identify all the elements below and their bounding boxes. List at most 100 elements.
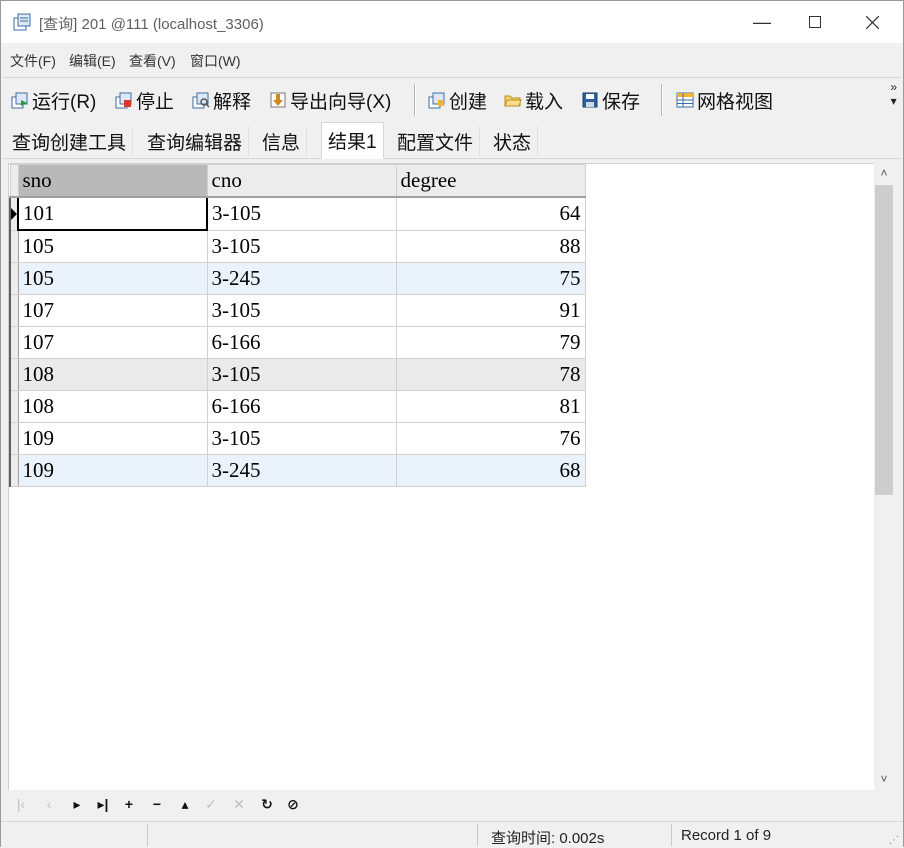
first-record-button[interactable]: |‹ (12, 795, 30, 813)
menu-view[interactable]: 查看(V) (129, 51, 176, 71)
minimize-button[interactable]: — (739, 1, 785, 43)
menu-bar: 文件(F) 编辑(E) 查看(V) 窗口(W) (1, 43, 903, 75)
column-header-degree[interactable]: degree (395, 164, 586, 198)
cell-cno[interactable]: 3-245 (206, 454, 397, 487)
cell-cno[interactable]: 6-166 (206, 390, 397, 423)
status-divider (147, 824, 148, 846)
row-indicator[interactable] (9, 326, 19, 359)
cell-cno[interactable]: 3-105 (206, 229, 397, 263)
folder-icon (504, 95, 522, 107)
prev-record-icon: ‹ (46, 796, 52, 812)
run-button[interactable]: 运行(R) (11, 88, 97, 113)
close-button[interactable] (849, 1, 895, 43)
cell-cno[interactable]: 6-166 (206, 326, 397, 359)
apply-changes-button[interactable]: ✓ (202, 795, 220, 813)
maximize-button[interactable] (792, 1, 838, 43)
query-window: [查询] 201 @111 (localhost_3306) — 文件(F) 编… (0, 0, 904, 848)
tab-result-1[interactable]: 结果1 (321, 122, 384, 159)
table-row[interactable]: 107 6-166 79 (9, 326, 586, 359)
scroll-down-button[interactable]: ˅ (874, 769, 894, 789)
table-row[interactable]: 109 3-245 68 (9, 454, 586, 487)
cell-cno[interactable]: 3-245 (206, 262, 397, 295)
resize-grip-icon[interactable]: ⋰ (889, 835, 899, 846)
cell-cno[interactable]: 3-105 (206, 422, 397, 455)
refresh-button[interactable]: ↻ (258, 795, 276, 813)
row-indicator[interactable] (9, 196, 19, 231)
table-row[interactable]: 101 3-105 64 (9, 196, 586, 231)
create-icon (428, 92, 445, 109)
cell-sno[interactable]: 108 (17, 390, 208, 423)
cell-degree[interactable]: 91 (395, 294, 586, 327)
column-header-cno[interactable]: cno (206, 164, 397, 198)
cell-sno[interactable]: 101 (17, 196, 208, 231)
cell-sno[interactable]: 108 (17, 358, 208, 391)
scroll-thumb[interactable] (875, 185, 893, 495)
table-row[interactable]: 107 3-105 91 (9, 294, 586, 327)
menu-window[interactable]: 窗口(W) (190, 51, 241, 71)
cell-sno[interactable]: 105 (17, 262, 208, 295)
row-indicator[interactable] (9, 422, 19, 455)
cell-degree[interactable]: 78 (395, 358, 586, 391)
tab-profile[interactable]: 配置文件 (391, 126, 481, 156)
explain-button[interactable]: 解释 (192, 88, 251, 113)
table-row[interactable]: 108 3-105 78 (9, 358, 586, 391)
cell-sno[interactable]: 107 (17, 294, 208, 327)
export-wizard-button[interactable]: 导出向导(X) (269, 88, 391, 113)
cell-degree[interactable]: 88 (395, 229, 586, 263)
cell-sno[interactable]: 109 (17, 454, 208, 487)
load-button[interactable]: 载入 (504, 88, 563, 113)
move-up-button[interactable]: ▴ (176, 795, 194, 813)
stop-loading-button[interactable]: ⊘ (284, 795, 302, 813)
row-indicator[interactable] (9, 390, 19, 423)
cell-degree[interactable]: 79 (395, 326, 586, 359)
prev-record-button[interactable]: ‹ (40, 795, 58, 813)
save-label: 保存 (602, 91, 641, 113)
cell-degree[interactable]: 64 (395, 196, 586, 231)
cell-sno[interactable]: 105 (17, 229, 208, 263)
row-indicator[interactable] (9, 294, 19, 327)
tab-query-editor[interactable]: 查询编辑器 (141, 126, 250, 156)
cell-cno[interactable]: 3-105 (206, 294, 397, 327)
cell-degree[interactable]: 76 (395, 422, 586, 455)
row-indicator[interactable] (9, 454, 19, 487)
cell-degree[interactable]: 68 (395, 454, 586, 487)
minus-icon: − (152, 796, 162, 812)
toolbar-overflow-button[interactable]: » ▾ (890, 80, 897, 108)
vertical-scrollbar[interactable]: ˄ ˅ (874, 163, 894, 789)
tab-query-builder[interactable]: 查询创建工具 (6, 126, 134, 156)
query-time-status: 查询时间: 0.002s (491, 830, 605, 847)
table-row[interactable]: 108 6-166 81 (9, 390, 586, 423)
row-indicator[interactable] (9, 262, 19, 295)
tab-status[interactable]: 状态 (487, 126, 539, 156)
last-record-button[interactable]: ▸| (94, 795, 112, 813)
cell-degree[interactable]: 75 (395, 262, 586, 295)
tab-info[interactable]: 信息 (256, 126, 308, 156)
table-row[interactable]: 105 3-245 75 (9, 262, 586, 295)
table-row[interactable]: 109 3-105 76 (9, 422, 586, 455)
run-label: 运行(R) (32, 91, 97, 113)
add-record-button[interactable]: + (120, 795, 138, 813)
minimize-icon: — (753, 11, 771, 32)
discard-changes-button[interactable]: ✕ (230, 795, 248, 813)
cell-cno[interactable]: 3-105 (206, 358, 397, 391)
cell-sno[interactable]: 109 (17, 422, 208, 455)
grid-view-button[interactable]: 网格视图 (676, 88, 773, 113)
toolbar: 运行(R) 停止 解释 导出向导(X) 创建 载入 保存 网格视图 » ▾ (3, 77, 901, 123)
menu-edit[interactable]: 编辑(E) (69, 51, 116, 71)
cell-degree[interactable]: 81 (395, 390, 586, 423)
save-button[interactable]: 保存 (581, 88, 641, 113)
scroll-up-button[interactable]: ˄ (874, 163, 894, 183)
column-header-sno[interactable]: sno (17, 164, 208, 198)
delete-record-button[interactable]: − (148, 795, 166, 813)
row-indicator[interactable] (9, 358, 19, 391)
next-record-button[interactable]: ▸ (68, 795, 86, 813)
overflow-dropdown-icon: ▾ (890, 94, 897, 108)
menu-file[interactable]: 文件(F) (10, 51, 56, 71)
cell-cno[interactable]: 3-105 (206, 196, 397, 231)
table-row[interactable]: 105 3-105 88 (9, 229, 586, 263)
cell-sno[interactable]: 107 (17, 326, 208, 359)
chevron-up-icon: ˄ (880, 166, 888, 180)
row-indicator[interactable] (9, 229, 19, 263)
create-button[interactable]: 创建 (428, 88, 487, 113)
stop-button[interactable]: 停止 (115, 88, 174, 113)
